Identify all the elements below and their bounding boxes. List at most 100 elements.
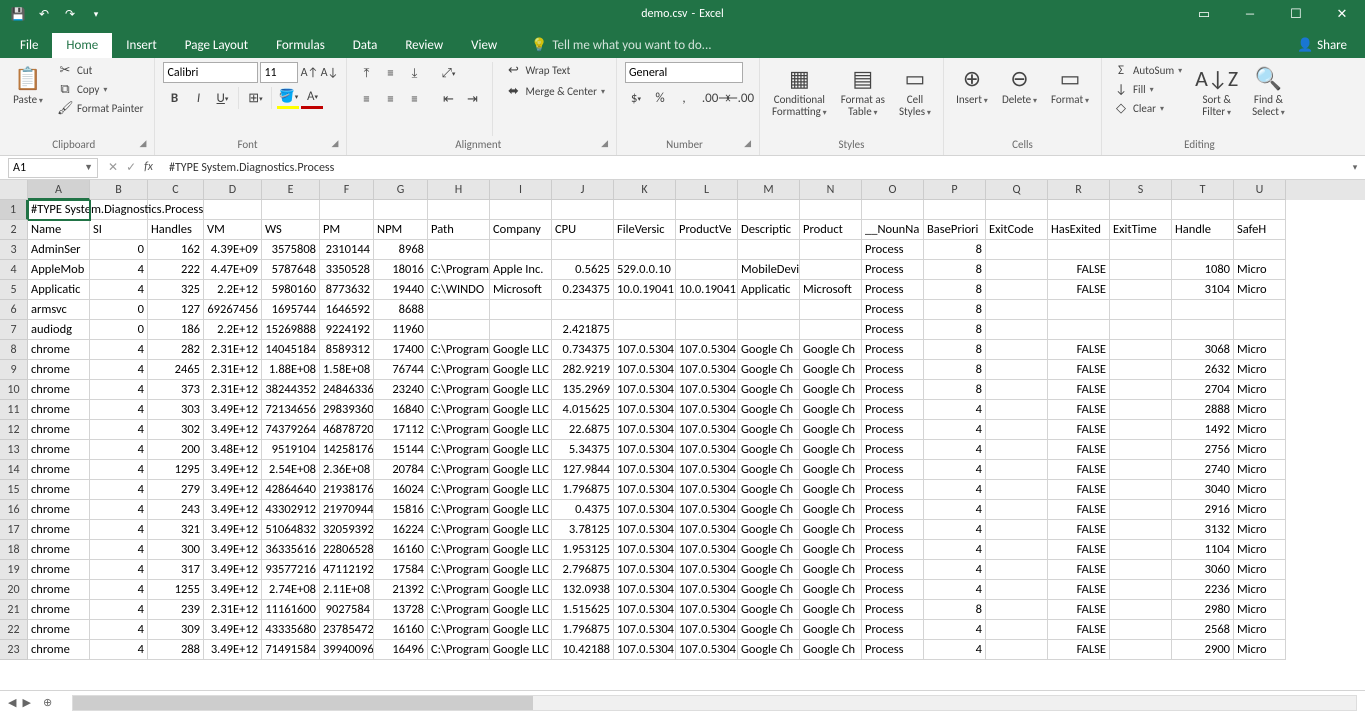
row-header[interactable]: 13 — [0, 440, 28, 460]
cell[interactable]: 107.0.5304 — [614, 600, 676, 620]
cell[interactable]: C:\Program — [428, 460, 490, 480]
cell[interactable]: 1646592 — [320, 300, 374, 320]
column-header[interactable]: N — [800, 180, 862, 200]
cell[interactable]: 4 — [90, 540, 148, 560]
cell[interactable]: FALSE — [1048, 460, 1110, 480]
row-header[interactable]: 9 — [0, 360, 28, 380]
cell[interactable]: 74379264 — [262, 420, 320, 440]
insert-cells-button[interactable]: ⊕Insert — [952, 62, 992, 108]
cell[interactable]: FALSE — [1048, 540, 1110, 560]
row-header[interactable]: 12 — [0, 420, 28, 440]
cell[interactable]: 39940096 — [320, 640, 374, 660]
cell[interactable]: Google Ch — [738, 460, 800, 480]
cell[interactable]: 16496 — [374, 640, 428, 660]
cell[interactable] — [986, 480, 1048, 500]
cell[interactable]: 373 — [148, 380, 204, 400]
column-header[interactable]: A — [28, 180, 90, 200]
cell[interactable]: 9224192 — [320, 320, 374, 340]
delete-cells-button[interactable]: ⊖Delete — [998, 62, 1041, 108]
cell[interactable]: Google Ch — [738, 640, 800, 660]
cell[interactable]: Google Ch — [738, 580, 800, 600]
cell[interactable]: 222 — [148, 260, 204, 280]
format-as-table-button[interactable]: ▤Format as Table — [837, 62, 889, 120]
cell[interactable]: 10.0.19041 — [614, 280, 676, 300]
close-icon[interactable]: ✕ — [1319, 0, 1365, 28]
cell[interactable]: 4 — [90, 560, 148, 580]
cell[interactable]: chrome — [28, 540, 90, 560]
cell[interactable]: 107.0.5304 — [676, 440, 738, 460]
clipboard-dialog-launcher[interactable]: ◢ — [140, 138, 147, 149]
cell[interactable]: 8 — [924, 600, 986, 620]
cell[interactable]: 4 — [90, 400, 148, 420]
cell[interactable]: 14045184 — [262, 340, 320, 360]
cell[interactable] — [1110, 420, 1172, 440]
cell[interactable]: 1104 — [1172, 540, 1234, 560]
paste-button[interactable]: 📋 Paste — [8, 62, 48, 108]
cell[interactable]: FALSE — [1048, 640, 1110, 660]
alignment-dialog-launcher[interactable]: ◢ — [601, 138, 608, 149]
cell[interactable]: 5.34375 — [552, 440, 614, 460]
cell[interactable]: Process — [862, 260, 924, 280]
cell[interactable]: Google Ch — [800, 500, 862, 520]
cell[interactable]: FALSE — [1048, 560, 1110, 580]
cell[interactable]: Micro — [1234, 480, 1286, 500]
cell[interactable]: Google Ch — [738, 500, 800, 520]
cell[interactable]: 4 — [90, 440, 148, 460]
column-header[interactable]: E — [262, 180, 320, 200]
column-header[interactable]: D — [204, 180, 262, 200]
cell[interactable]: 3.49E+12 — [204, 480, 262, 500]
cell[interactable]: Google Ch — [800, 600, 862, 620]
cell[interactable]: Micro — [1234, 540, 1286, 560]
cell[interactable]: 2.11E+08 — [320, 580, 374, 600]
cell[interactable]: 4 — [924, 480, 986, 500]
insert-function-icon[interactable]: fx — [144, 160, 153, 175]
cell[interactable] — [428, 300, 490, 320]
cell[interactable]: 107.0.5304 — [614, 460, 676, 480]
row-header[interactable]: 1 — [0, 200, 28, 220]
row-header[interactable]: 19 — [0, 560, 28, 580]
cell[interactable]: 107.0.5304 — [614, 420, 676, 440]
cell[interactable]: 71491584 — [262, 640, 320, 660]
cell[interactable]: Apple Inc. — [490, 260, 552, 280]
cell[interactable]: 162 — [148, 240, 204, 260]
cell[interactable] — [986, 380, 1048, 400]
cell[interactable] — [1110, 400, 1172, 420]
cell[interactable]: 9519104 — [262, 440, 320, 460]
cell[interactable]: Google Ch — [738, 360, 800, 380]
cell[interactable]: 1.88E+08 — [262, 360, 320, 380]
sheet-nav-prev-icon[interactable]: ◀ — [8, 696, 16, 709]
cell[interactable]: Micro — [1234, 620, 1286, 640]
cell[interactable]: 11960 — [374, 320, 428, 340]
cell[interactable]: 3575808 — [262, 240, 320, 260]
cell[interactable] — [986, 540, 1048, 560]
cell[interactable]: Google LLC — [490, 640, 552, 660]
column-header[interactable]: K — [614, 180, 676, 200]
cell[interactable]: 239 — [148, 600, 204, 620]
cell[interactable]: 9027584 — [320, 600, 374, 620]
cell[interactable]: Applicatic — [738, 280, 800, 300]
cell[interactable]: 1695744 — [262, 300, 320, 320]
align-bottom-icon[interactable]: ⤓ — [403, 62, 425, 84]
cell[interactable] — [738, 200, 800, 220]
qat-customize-icon[interactable]: ▾ — [86, 4, 106, 24]
cell[interactable]: 8 — [924, 240, 986, 260]
cell[interactable]: 4 — [90, 580, 148, 600]
cell[interactable]: 2980 — [1172, 600, 1234, 620]
cell[interactable] — [1110, 260, 1172, 280]
cell[interactable]: Process — [862, 320, 924, 340]
cell[interactable] — [1110, 500, 1172, 520]
cell[interactable]: 2.421875 — [552, 320, 614, 340]
cell[interactable]: 107.0.5304 — [614, 400, 676, 420]
cell[interactable]: CPU — [552, 220, 614, 240]
column-header[interactable]: Q — [986, 180, 1048, 200]
cell[interactable]: 2.31E+12 — [204, 360, 262, 380]
cell[interactable]: FileVersic — [614, 220, 676, 240]
cell[interactable] — [986, 240, 1048, 260]
cell[interactable]: __NounNa — [862, 220, 924, 240]
cell[interactable] — [1110, 240, 1172, 260]
cell[interactable]: 1.796875 — [552, 620, 614, 640]
cell[interactable]: 3350528 — [320, 260, 374, 280]
cell[interactable]: 3.49E+12 — [204, 540, 262, 560]
cell[interactable]: 18016 — [374, 260, 428, 280]
cell[interactable]: Google Ch — [738, 440, 800, 460]
